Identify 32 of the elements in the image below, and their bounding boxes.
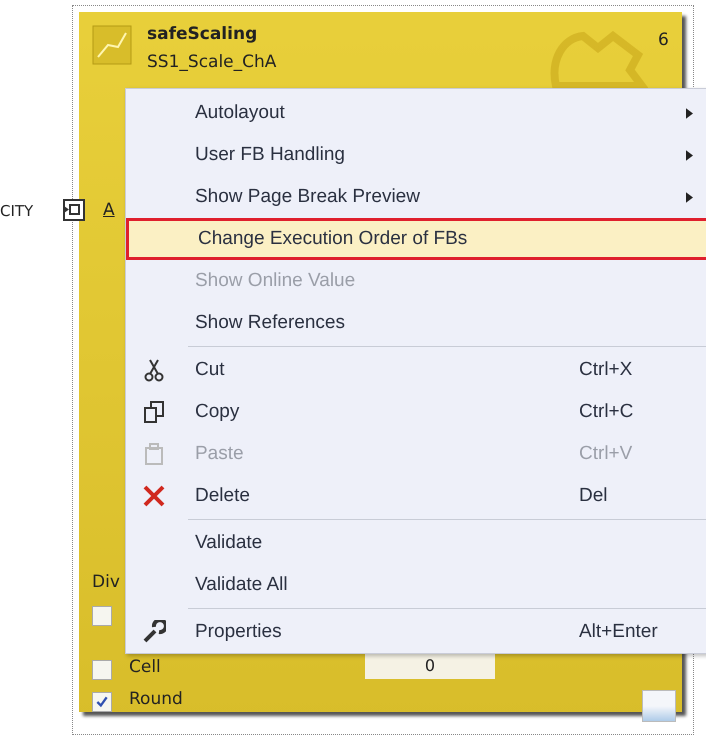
copy-icon <box>142 400 164 424</box>
delete-icon <box>142 484 166 508</box>
menu-item[interactable]: Cut Ctrl+X <box>126 349 706 391</box>
checkbox-label: Cell <box>129 657 161 677</box>
checkmark-icon <box>95 695 109 709</box>
block-title: safeScaling <box>147 24 258 44</box>
checkbox[interactable] <box>92 606 112 626</box>
pin-label: A <box>103 200 115 220</box>
scissors-icon <box>144 358 164 382</box>
menu-item[interactable]: Autolayout <box>126 92 706 134</box>
menu-item[interactable]: Copy Ctrl+C <box>126 391 706 433</box>
execution-number: 6 <box>658 30 669 50</box>
menu-item[interactable]: Validate All <box>126 564 706 606</box>
checkbox[interactable] <box>92 692 112 712</box>
value-field[interactable]: 0 <box>365 653 495 679</box>
checkbox-label: Round <box>129 689 183 709</box>
menu-item[interactable]: Change Execution Order of FBs <box>126 218 706 260</box>
instance-name: SS1_Scale_ChA <box>147 52 276 72</box>
menu-item[interactable]: Delete Del <box>126 475 706 517</box>
menu-item[interactable]: Show Page Break Preview <box>126 176 706 218</box>
menu-item[interactable]: Show References <box>126 302 706 344</box>
section-label: Div <box>92 572 120 592</box>
chart-icon <box>92 25 132 65</box>
clipboard-icon <box>142 442 164 466</box>
pin-icon <box>62 198 86 222</box>
checkbox[interactable] <box>92 660 112 680</box>
menu-item[interactable]: Validate <box>126 522 706 564</box>
menu-item[interactable]: User FB Handling <box>126 134 706 176</box>
wrench-icon <box>142 620 166 644</box>
expand-button[interactable] <box>642 690 676 722</box>
menu-item[interactable]: Properties Alt+Enter <box>126 611 706 653</box>
signal-label: CITY <box>0 202 34 220</box>
